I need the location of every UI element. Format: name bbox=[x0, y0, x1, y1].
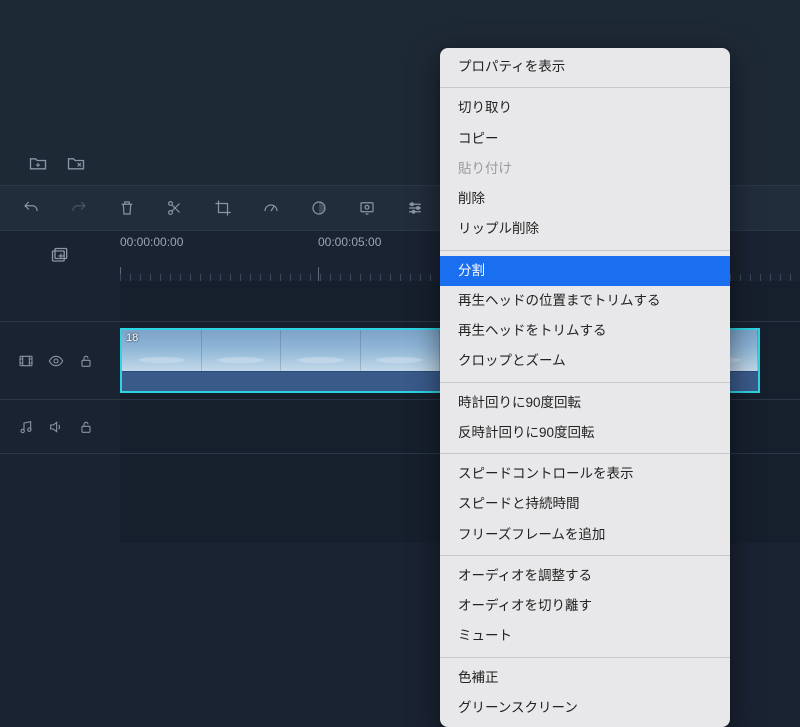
speaker-icon[interactable] bbox=[48, 419, 64, 435]
menu-adjust-audio[interactable]: オーディオを調整する bbox=[440, 561, 730, 591]
menu-speed-duration[interactable]: スピードと持続時間 bbox=[440, 489, 730, 519]
menu-trim-playhead[interactable]: 再生ヘッドをトリムする bbox=[440, 316, 730, 346]
menu-detach-audio[interactable]: オーディオを切り離す bbox=[440, 591, 730, 621]
menu-ripple-delete[interactable]: リップル削除 bbox=[440, 214, 730, 244]
delete-icon[interactable] bbox=[118, 199, 136, 217]
menu-delete[interactable]: 削除 bbox=[440, 184, 730, 214]
menu-paste: 貼り付け bbox=[440, 154, 730, 184]
menu-crop-zoom[interactable]: クロップとズーム bbox=[440, 346, 730, 376]
adjust-icon[interactable] bbox=[406, 199, 424, 217]
audio-track-icon bbox=[18, 419, 34, 435]
color-icon[interactable] bbox=[310, 199, 328, 217]
menu-show-properties[interactable]: プロパティを表示 bbox=[440, 52, 730, 82]
clip-label: 18 bbox=[126, 332, 138, 344]
timecode-5: 00:00:05:00 bbox=[318, 235, 381, 249]
menu-freeze-frame[interactable]: フリーズフレームを追加 bbox=[440, 520, 730, 550]
menu-color-correction[interactable]: 色補正 bbox=[440, 663, 730, 693]
clip-context-menu: プロパティを表示 切り取り コピー 貼り付け 削除 リップル削除 分割 再生ヘッ… bbox=[440, 48, 730, 727]
video-track-icon bbox=[18, 353, 34, 369]
menu-copy[interactable]: コピー bbox=[440, 124, 730, 154]
menu-mute[interactable]: ミュート bbox=[440, 621, 730, 651]
menu-rotate-ccw[interactable]: 反時計回りに90度回転 bbox=[440, 418, 730, 448]
delete-folder-icon[interactable] bbox=[66, 153, 86, 173]
media-insert-icon[interactable] bbox=[50, 246, 70, 266]
menu-show-speed[interactable]: スピードコントロールを表示 bbox=[440, 459, 730, 489]
redo-icon bbox=[70, 199, 88, 217]
menu-trim-to-playhead[interactable]: 再生ヘッドの位置までトリムする bbox=[440, 286, 730, 316]
menu-split[interactable]: 分割 bbox=[440, 256, 730, 286]
green-screen-icon[interactable] bbox=[358, 199, 376, 217]
crop-icon[interactable] bbox=[214, 199, 232, 217]
menu-rotate-cw[interactable]: 時計回りに90度回転 bbox=[440, 388, 730, 418]
split-icon[interactable] bbox=[166, 199, 184, 217]
menu-cut[interactable]: 切り取り bbox=[440, 93, 730, 123]
timecode-0: 00:00:00:00 bbox=[120, 235, 183, 249]
menu-green-screen[interactable]: グリーンスクリーン bbox=[440, 693, 730, 723]
speed-icon[interactable] bbox=[262, 199, 280, 217]
lock-icon[interactable] bbox=[78, 353, 94, 369]
undo-icon[interactable] bbox=[22, 199, 40, 217]
lock-icon[interactable] bbox=[78, 419, 94, 435]
visibility-icon[interactable] bbox=[48, 353, 64, 369]
new-folder-icon[interactable] bbox=[28, 153, 48, 173]
